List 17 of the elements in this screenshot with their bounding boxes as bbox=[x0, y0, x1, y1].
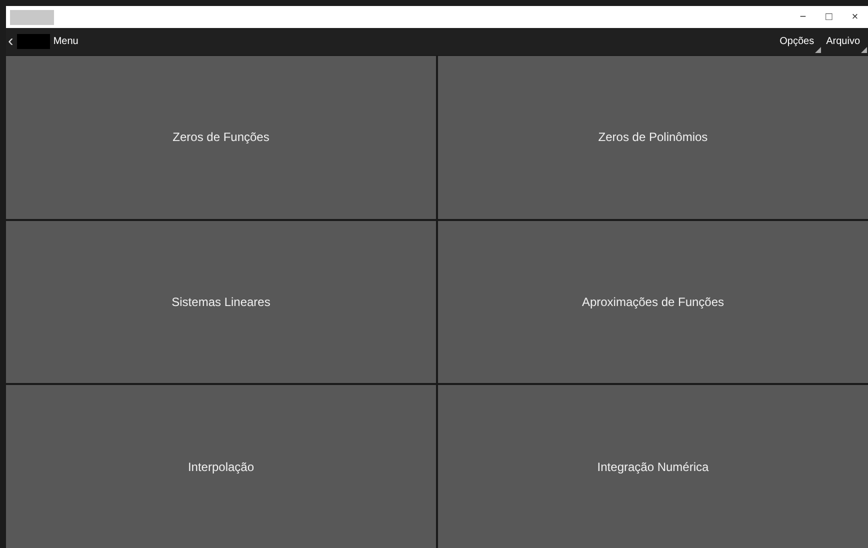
dropdown-corner-icon bbox=[861, 47, 867, 53]
menu-tile[interactable]: Aproximações de Funções bbox=[438, 220, 868, 384]
menu-tile[interactable]: Sistemas Lineares bbox=[6, 220, 436, 384]
dropdown-corner-icon bbox=[815, 47, 822, 53]
maximize-button[interactable]: □ bbox=[816, 8, 842, 26]
minimize-button[interactable]: − bbox=[790, 8, 816, 26]
redacted-block bbox=[17, 34, 50, 49]
page-title: Menu bbox=[53, 35, 78, 49]
back-button[interactable]: ‹ bbox=[6, 34, 16, 50]
menu-tile[interactable]: Zeros de Polinômios bbox=[438, 56, 868, 219]
app-icon-placeholder bbox=[10, 10, 54, 24]
menu-button[interactable]: Opções bbox=[778, 34, 822, 49]
close-button[interactable]: × bbox=[842, 8, 868, 26]
menu-tile[interactable]: Integração Numérica bbox=[438, 385, 868, 548]
menu-button[interactable]: Arquivo bbox=[824, 34, 868, 49]
menu-tile[interactable]: Interpolação bbox=[6, 385, 436, 548]
menu-tile[interactable]: Zeros de Funções bbox=[6, 56, 436, 219]
